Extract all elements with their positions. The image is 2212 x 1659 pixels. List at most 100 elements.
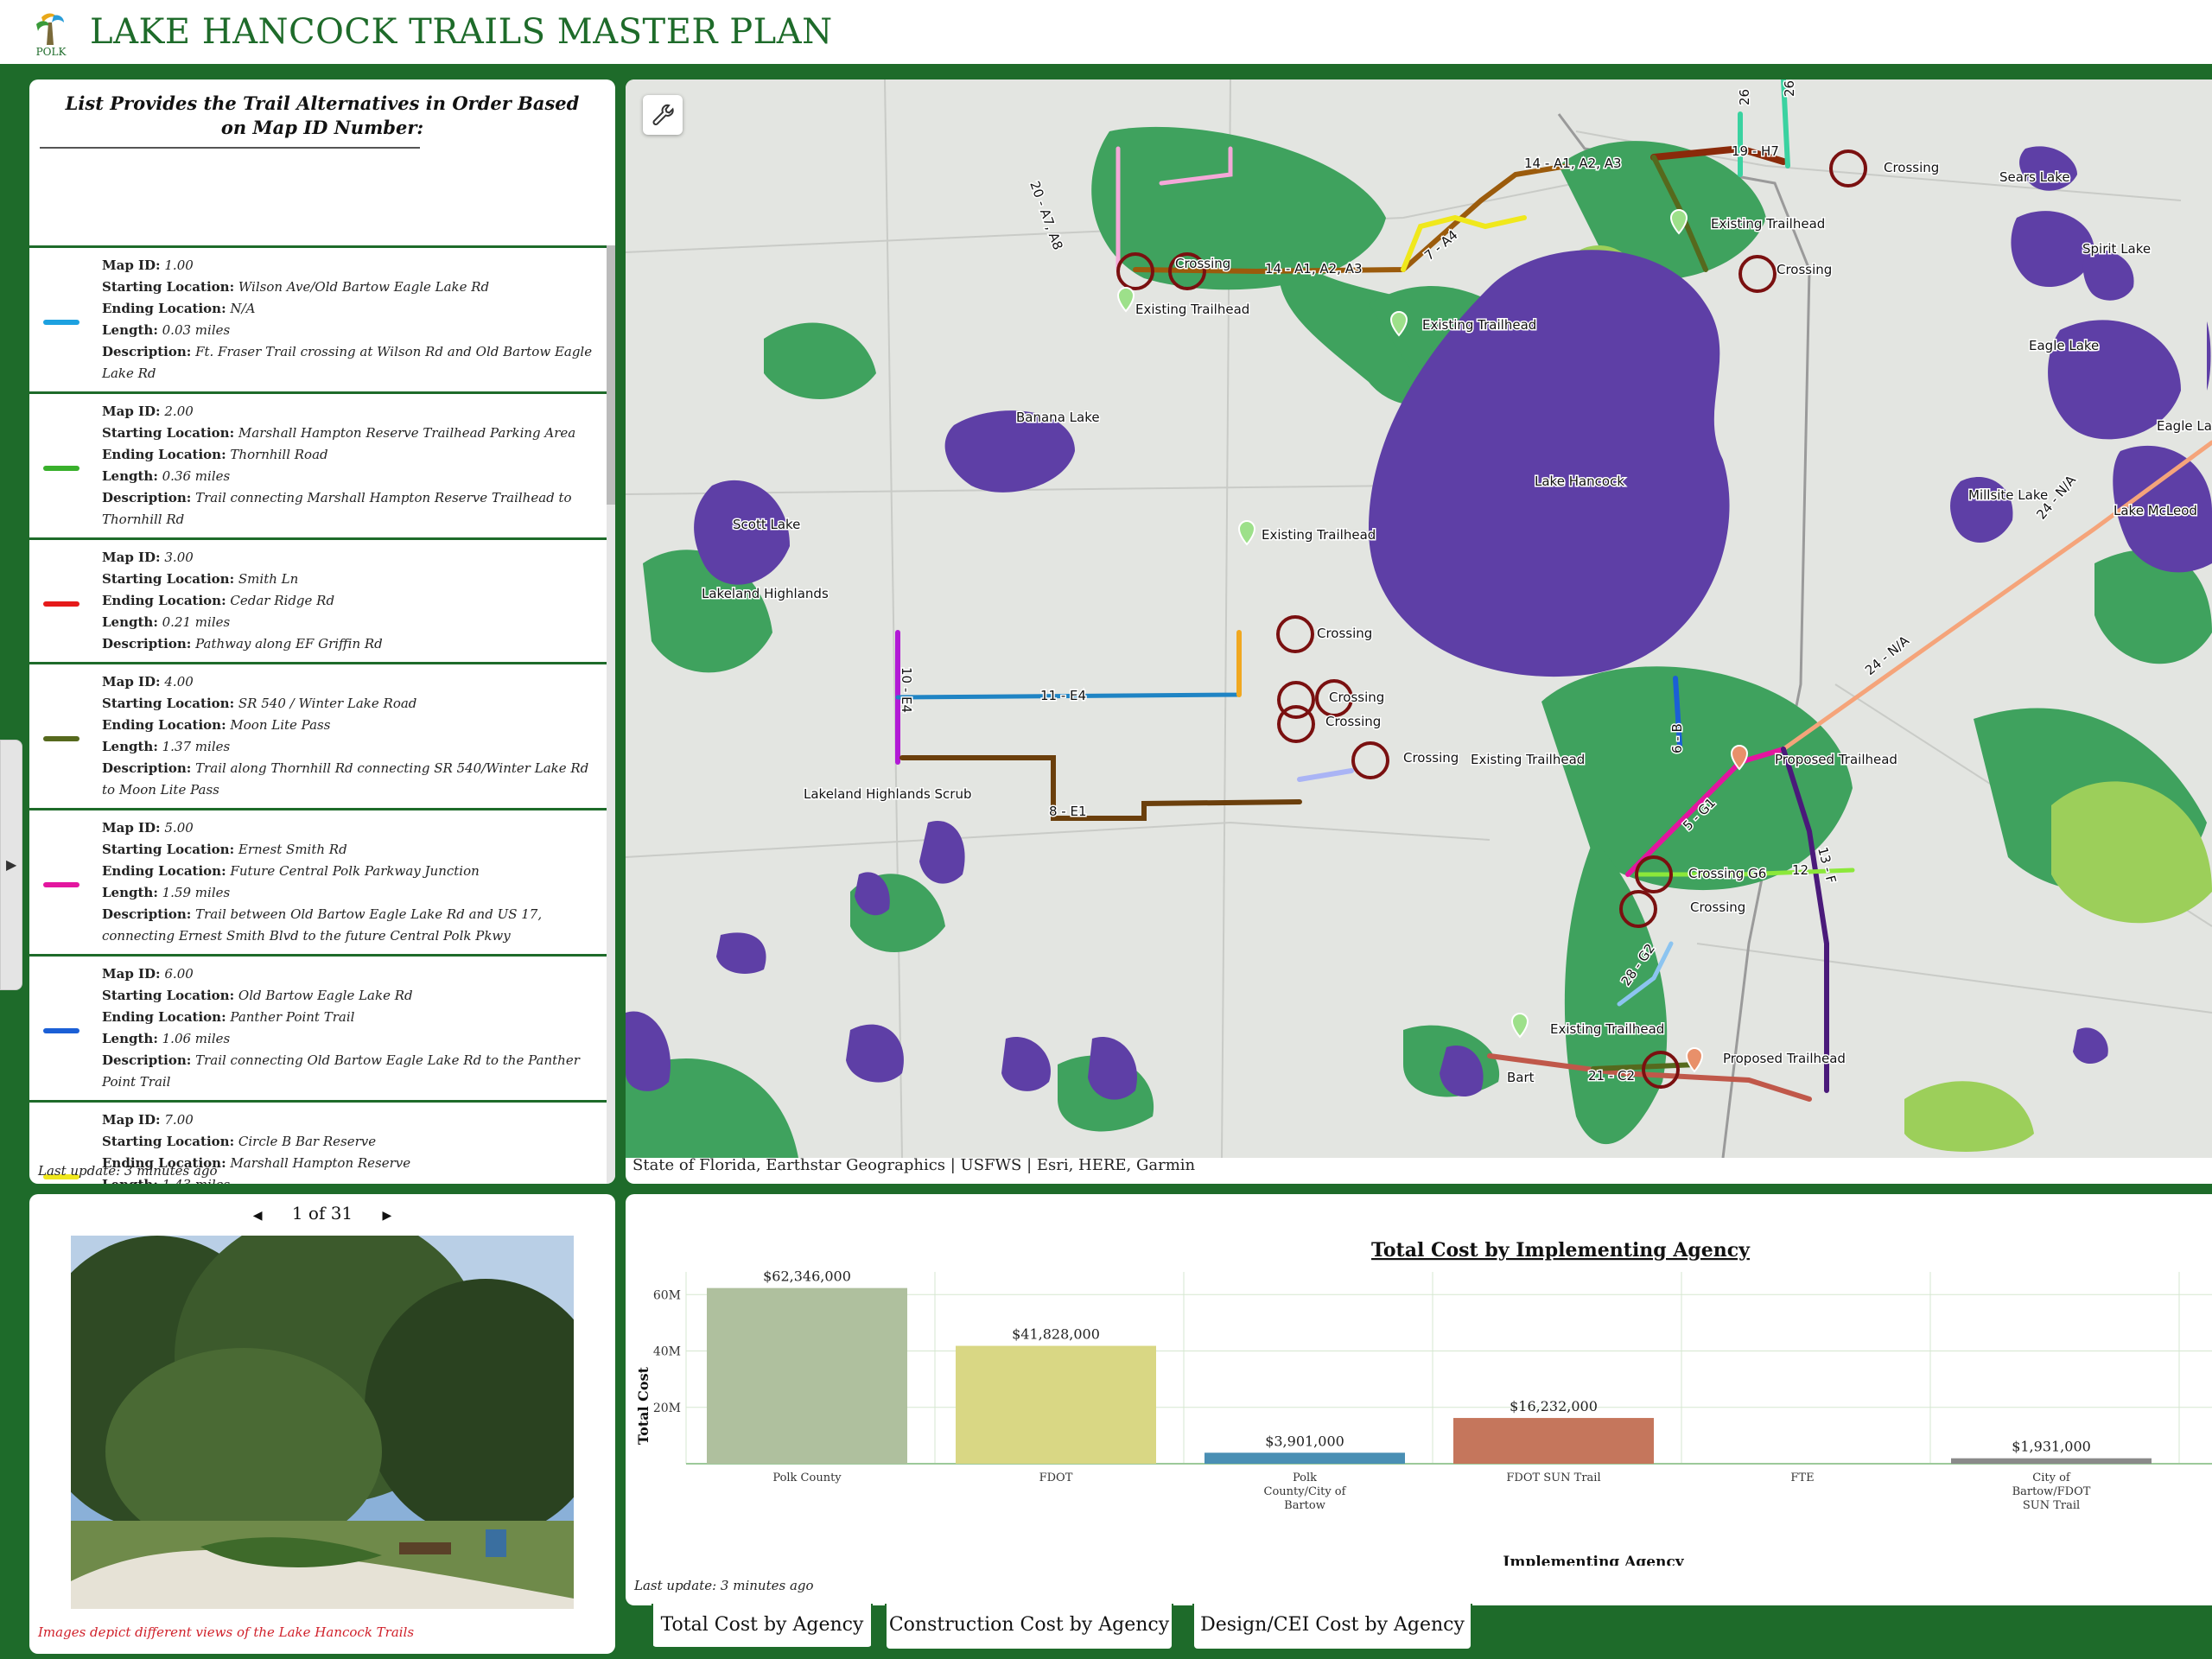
field-label: Length: xyxy=(102,1031,158,1046)
field-value: 1.06 miles xyxy=(162,1031,231,1046)
field-value: N/A xyxy=(230,301,256,316)
y-tick-labels: 20M 40M 60M xyxy=(653,1288,681,1414)
existing-trailhead-label: Existing Trailhead xyxy=(1422,317,1536,333)
field-value: 1.00 xyxy=(164,257,194,273)
field-value: Future Central Polk Parkway Junction xyxy=(230,863,480,879)
bar[interactable] xyxy=(707,1287,907,1464)
trail-color-swatch xyxy=(43,320,79,325)
millsite-lake-label: Millsite Lake xyxy=(1968,487,2048,503)
field-label: Starting Location: xyxy=(102,279,235,295)
field-value: Pathway along EF Griffin Rd xyxy=(195,636,383,652)
map-tool-button[interactable] xyxy=(643,95,683,135)
field-value: Marshall Hampton Reserve xyxy=(230,1155,411,1171)
pager-count: 1 of 31 xyxy=(291,1203,353,1224)
field-value: 0.36 miles xyxy=(162,468,231,484)
wrench-icon xyxy=(652,104,674,125)
lake-hancock-label: Lake Hancock xyxy=(1535,474,1624,489)
trail-length-row: Length: 0.21 miles xyxy=(102,612,598,633)
x-tick-label: City of xyxy=(2032,1471,2071,1484)
list-item[interactable]: Map ID: 6.00 Starting Location: Old Barto… xyxy=(29,954,607,1100)
list-item[interactable]: Map ID: 1.00 Starting Location: Wilson Av… xyxy=(29,245,607,391)
field-label: Map ID: xyxy=(102,1112,161,1128)
field-label: Length: xyxy=(102,614,158,630)
field-label: Map ID: xyxy=(102,674,161,690)
bar[interactable] xyxy=(956,1345,1156,1464)
trail-desc-row: Description: Trail connecting Old Bartow… xyxy=(102,1050,598,1093)
field-value: 7.00 xyxy=(164,1112,194,1128)
bar[interactable] xyxy=(1951,1458,2152,1464)
field-label: Description: xyxy=(102,1052,192,1068)
data-label: $1,931,000 xyxy=(2012,1439,2091,1455)
polk-county-logo: POLK xyxy=(36,13,67,58)
map-attribution: State of Florida, Earthstar Geographics … xyxy=(632,1156,1196,1174)
lakeland-highlands-label: Lakeland Highlands xyxy=(702,586,829,601)
list-item[interactable]: Map ID: 5.00 Starting Location: Ernest Sm… xyxy=(29,808,607,954)
page-title: LAKE HANCOCK TRAILS MASTER PLAN xyxy=(90,12,833,52)
trail-length-row: Length: 1.59 miles xyxy=(102,882,598,904)
scott-lake-label: Scott Lake xyxy=(733,517,800,532)
trail-end-row: Ending Location: N/A xyxy=(102,298,598,320)
crossing-label: Crossing xyxy=(1690,899,1745,915)
list-item[interactable]: Map ID: 2.00 Starting Location: Marshall … xyxy=(29,391,607,537)
segment-26b-label: 26 xyxy=(1737,89,1752,105)
x-tick-label: FTE xyxy=(1790,1471,1814,1484)
list-item[interactable]: Map ID: 4.00 Starting Location: SR 540 / … xyxy=(29,662,607,808)
data-label: $41,828,000 xyxy=(1012,1326,1100,1343)
next-photo-icon[interactable]: ▶ xyxy=(383,1209,392,1223)
spirit-lake-label: Spirit Lake xyxy=(2082,241,2151,257)
field-label: Map ID: xyxy=(102,966,161,982)
segment-12-label: 12 xyxy=(1792,862,1808,878)
crossing-label: Crossing xyxy=(1325,714,1381,729)
field-label: Map ID: xyxy=(102,550,161,565)
field-label: Starting Location: xyxy=(102,571,235,587)
field-label: Map ID: xyxy=(102,820,161,836)
bar[interactable] xyxy=(1453,1418,1654,1464)
previous-photo-icon[interactable]: ◀ xyxy=(253,1209,263,1223)
tab-total-cost[interactable]: Total Cost by Agency xyxy=(652,1604,873,1650)
proposed-trailhead-label: Proposed Trailhead xyxy=(1723,1051,1846,1066)
trail-map[interactable]: Lake Hancock Banana Lake Scott Lake Lake… xyxy=(626,79,2212,1158)
field-label: Ending Location: xyxy=(102,593,226,608)
x-tick-label: Bartow/FDOT xyxy=(2012,1485,2091,1498)
field-value: 0.03 miles xyxy=(162,322,231,338)
field-label: Description: xyxy=(102,344,192,359)
segment-21-label: 21 - C2 xyxy=(1588,1068,1635,1084)
trail-end-row: Ending Location: Panther Point Trail xyxy=(102,1007,598,1028)
field-value: Marshall Hampton Reserve Trailhead Parki… xyxy=(238,425,576,441)
field-label: Map ID: xyxy=(102,257,161,273)
field-label: Ending Location: xyxy=(102,863,226,879)
trail-list-panel: List Provides the Trail Alternatives in … xyxy=(29,79,615,1184)
list-last-update: Last update: 3 minutes ago xyxy=(38,1163,218,1179)
field-label: Starting Location: xyxy=(102,696,235,711)
trail-desc-row: Description: Ft. Fraser Trail crossing a… xyxy=(102,341,598,385)
trail-list[interactable]: Map ID: 1.00 Starting Location: Wilson Av… xyxy=(29,245,615,1184)
chart-title: Total Cost by Implementing Agency xyxy=(1371,1239,1751,1262)
crossing-label: Crossing xyxy=(1403,750,1459,766)
chart-last-update: Last update: 3 minutes ago xyxy=(634,1578,814,1593)
field-value: Moon Lite Pass xyxy=(230,717,331,733)
trail-length-row: Length: 0.36 miles xyxy=(102,466,598,487)
side-panel-toggle[interactable]: ▶ xyxy=(0,740,22,990)
list-scrollbar-thumb[interactable] xyxy=(607,245,615,505)
field-value: 6.00 xyxy=(164,966,194,982)
segment-14-label: 14 - A1, A2, A3 xyxy=(1524,156,1622,171)
tab-design-cei-cost[interactable]: Design/CEI Cost by Agency xyxy=(1192,1604,1472,1650)
list-scrollbar[interactable] xyxy=(607,245,615,1184)
trail-length-row: Length: 0.03 miles xyxy=(102,320,598,341)
map-panel[interactable]: Lake Hancock Banana Lake Scott Lake Lake… xyxy=(626,79,2212,1184)
photo-gallery-panel: ◀ 1 of 31 ▶ Images depict different view… xyxy=(29,1194,615,1654)
bar[interactable] xyxy=(1205,1452,1405,1464)
crossing-label: Crossing xyxy=(1329,690,1384,705)
field-value: 2.00 xyxy=(164,404,194,419)
field-label: Description: xyxy=(102,760,192,776)
tab-construction-cost[interactable]: Construction Cost by Agency xyxy=(885,1604,1173,1650)
field-label: Description: xyxy=(102,490,192,505)
trail-map-id-row: Map ID: 5.00 xyxy=(102,817,598,839)
trail-map-id-row: Map ID: 7.00 xyxy=(102,1109,598,1131)
list-item[interactable]: Map ID: 3.00 Starting Location: Smith Ln E… xyxy=(29,537,607,662)
trail-desc-row: Description: Trail connecting Marshall H… xyxy=(102,487,598,531)
field-value: 4.00 xyxy=(164,674,194,690)
field-label: Length: xyxy=(102,322,158,338)
x-tick-label: County/City of xyxy=(1264,1485,1347,1498)
x-axis-label: Implementing Agency xyxy=(1503,1554,1684,1566)
